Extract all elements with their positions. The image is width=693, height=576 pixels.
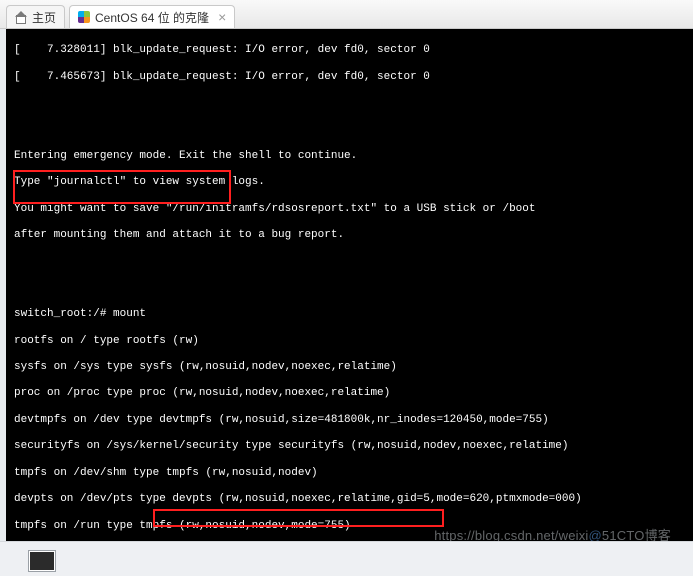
- term-line: securityfs on /sys/kernel/security type …: [14, 440, 569, 452]
- tab-bar: 主页 CentOS 64 位 的克隆 ×: [0, 0, 693, 29]
- term-line: Type "journalctl" to view system logs.: [14, 176, 265, 188]
- centos-icon: [78, 11, 90, 23]
- term-line: devtmpfs on /dev type devtmpfs (rw,nosui…: [14, 414, 549, 426]
- tab-vm-label: CentOS 64 位 的克隆: [95, 9, 209, 26]
- home-icon: [15, 12, 27, 23]
- term-line: after mounting them and attach it to a b…: [14, 229, 344, 241]
- term-line: sysfs on /sys type sysfs (rw,nosuid,node…: [14, 361, 397, 373]
- tab-vm[interactable]: CentOS 64 位 的克隆 ×: [69, 5, 235, 28]
- term-line: [ 7.328011] blk_update_request: I/O erro…: [14, 44, 430, 56]
- term-line: [ 7.465673] blk_update_request: I/O erro…: [14, 71, 430, 83]
- thumbnail-icon[interactable]: [28, 550, 56, 572]
- close-icon[interactable]: ×: [218, 10, 226, 24]
- tab-home[interactable]: 主页: [6, 5, 65, 28]
- term-line: tmpfs on /dev/shm type tmpfs (rw,nosuid,…: [14, 467, 318, 479]
- terminal[interactable]: [ 7.328011] blk_update_request: I/O erro…: [0, 29, 693, 543]
- term-line: devpts on /dev/pts type devpts (rw,nosui…: [14, 493, 582, 505]
- term-line: rootfs on / type rootfs (rw): [14, 335, 199, 347]
- term-line: tmpfs on /run type tmpfs (rw,nosuid,node…: [14, 520, 351, 532]
- term-line: switch_root:/# mount: [14, 308, 146, 320]
- footer-bar: [0, 541, 693, 576]
- term-line: Entering emergency mode. Exit the shell …: [14, 150, 357, 162]
- tab-home-label: 主页: [32, 9, 56, 26]
- term-line: You might want to save "/run/initramfs/r…: [14, 203, 536, 215]
- term-line: proc on /proc type proc (rw,nosuid,nodev…: [14, 387, 390, 399]
